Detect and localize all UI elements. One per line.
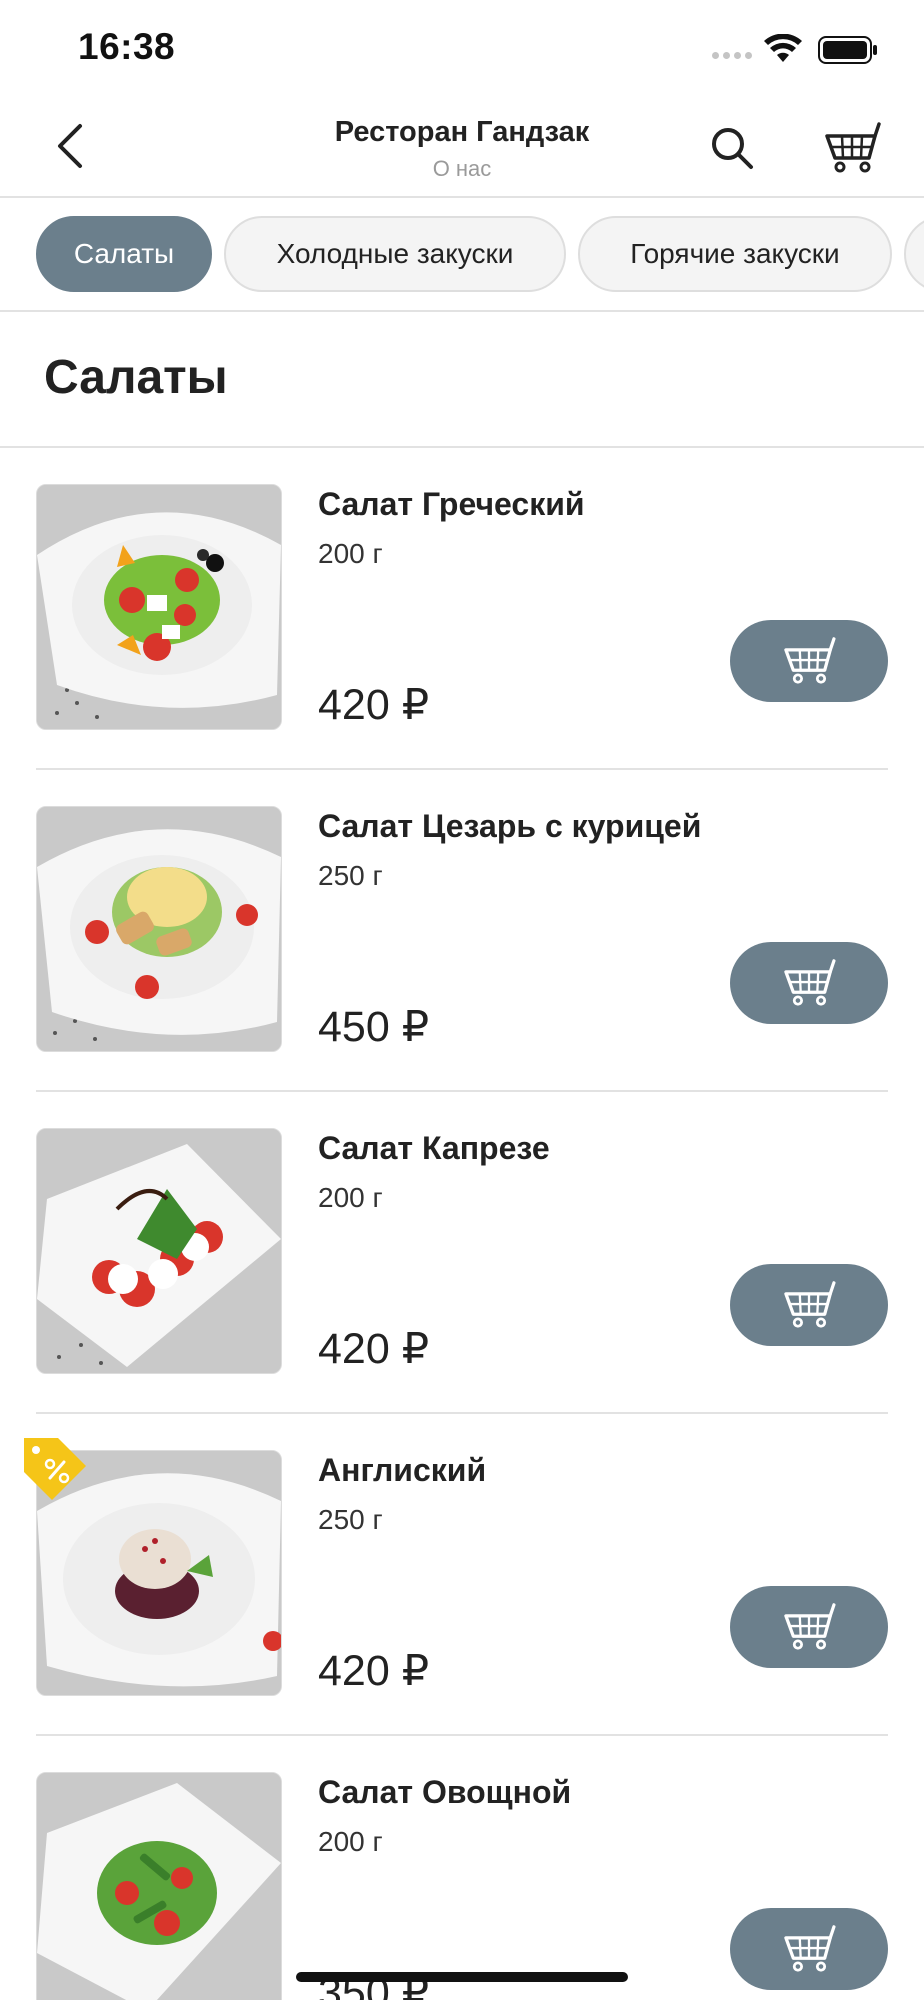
status-time: 16:38 <box>78 26 176 67</box>
add-to-cart-button[interactable] <box>730 1586 888 1668</box>
product-price: 420 ₽ <box>318 1325 430 1373</box>
battery-icon <box>818 35 878 70</box>
page-title: Ресторан Гандзак <box>334 116 590 148</box>
product-name: Салат Греческий <box>318 486 585 522</box>
product-weight: 250 г <box>318 860 383 891</box>
product-name: Салат Капрезе <box>318 1130 550 1166</box>
cart-icon <box>784 1925 836 1972</box>
section-title: Салаты <box>44 351 228 404</box>
percent-tag-icon <box>24 1438 86 1500</box>
tab-next[interactable] <box>904 216 924 292</box>
home-indicator[interactable] <box>296 1972 628 1982</box>
cart-icon <box>825 122 881 173</box>
search-icon <box>712 128 753 169</box>
category-tabs: Салаты Холодные закуски Горячие закуски <box>0 198 924 312</box>
add-to-cart-button[interactable] <box>730 942 888 1024</box>
product-name: Салат Цезарь с курицей <box>318 808 702 844</box>
product-name: Салат Овощной <box>318 1774 572 1810</box>
add-to-cart-button[interactable] <box>730 1908 888 1990</box>
product-image[interactable] <box>36 806 282 1052</box>
header-cart-button[interactable] <box>820 118 884 178</box>
tab-cold-appetizers[interactable]: Холодные закуски <box>224 216 566 292</box>
product-item[interactable]: Салат Овощной 200 г 350 ₽ <box>0 1736 924 2000</box>
app-header: Ресторан Гандзак О нас <box>0 100 924 198</box>
cart-icon <box>784 1281 836 1328</box>
search-button[interactable] <box>704 120 760 176</box>
tab-salads[interactable]: Салаты <box>36 216 212 292</box>
product-price: 420 ₽ <box>318 1647 430 1695</box>
product-price: 450 ₽ <box>318 1003 430 1051</box>
cart-icon <box>784 1603 836 1650</box>
product-price: 420 ₽ <box>318 681 430 729</box>
about-link[interactable]: О нас <box>262 156 662 182</box>
product-image[interactable] <box>36 484 282 730</box>
product-item[interactable]: Салат Цезарь с курицей 250 г 450 ₽ <box>0 770 924 1092</box>
product-name: Англиский <box>318 1452 487 1488</box>
add-to-cart-button[interactable] <box>730 620 888 702</box>
signal-icon <box>712 52 752 59</box>
product-weight: 200 г <box>318 1182 383 1213</box>
product-item[interactable]: Салат Капрезе 200 г 420 ₽ <box>0 1092 924 1414</box>
product-image[interactable] <box>36 1772 282 2000</box>
status-bar: 16:38 <box>0 0 924 100</box>
product-item[interactable]: Англиский 250 г 420 ₽ <box>0 1414 924 1736</box>
product-item[interactable]: Салат Греческий 200 г 420 ₽ <box>0 448 924 770</box>
back-button[interactable] <box>44 118 96 174</box>
add-to-cart-button[interactable] <box>730 1264 888 1346</box>
product-weight: 250 г <box>318 1504 383 1535</box>
cart-icon <box>784 637 836 684</box>
cart-icon <box>784 959 836 1006</box>
product-weight: 200 г <box>318 1826 383 1857</box>
product-weight: 200 г <box>318 538 383 569</box>
tab-hot-appetizers[interactable]: Горячие закуски <box>578 216 892 292</box>
wifi-icon <box>764 33 802 69</box>
product-image[interactable] <box>36 1128 282 1374</box>
chevron-left-icon <box>58 124 82 168</box>
